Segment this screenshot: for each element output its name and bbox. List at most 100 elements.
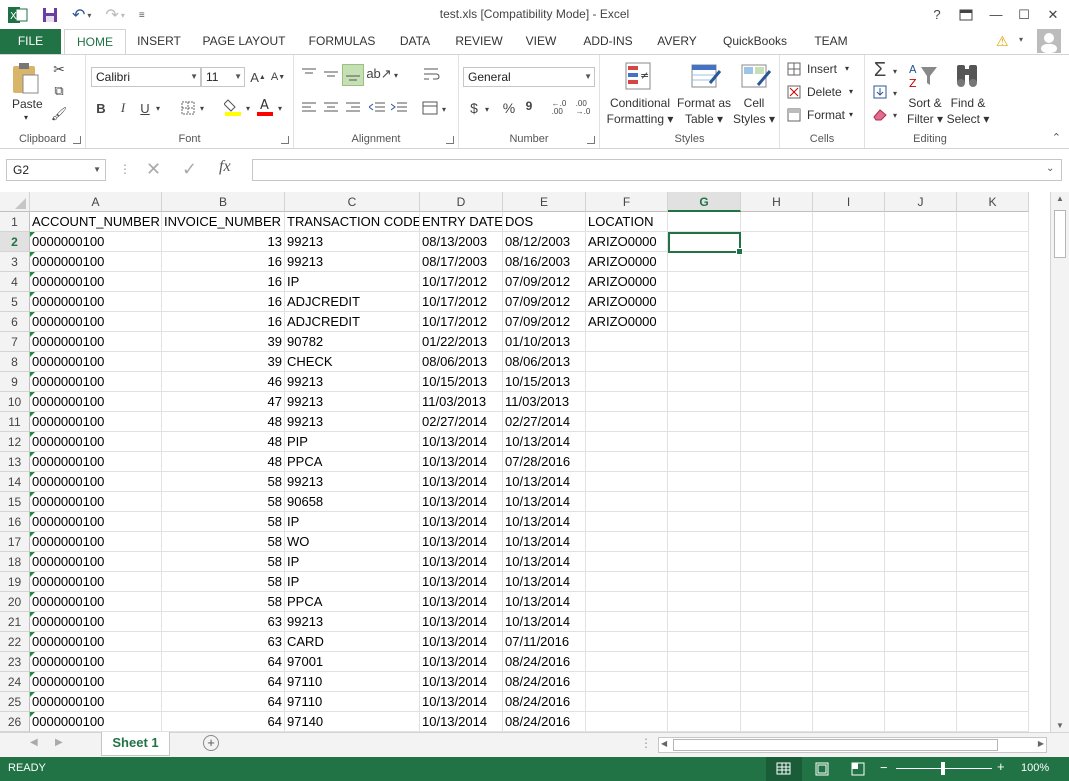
font-name-combo[interactable]: Calibri ▼ [91,67,201,87]
table-cell[interactable] [813,412,885,432]
table-cell[interactable]: 0000000100 [30,612,162,632]
table-cell[interactable] [957,312,1029,332]
header-cell[interactable]: INVOICE_NUMBER [162,212,285,232]
table-cell[interactable] [741,372,813,392]
table-cell[interactable] [668,532,741,552]
table-cell[interactable]: 10/13/2014 [420,632,503,652]
table-cell[interactable] [668,472,741,492]
table-cell[interactable]: 0000000100 [30,432,162,452]
table-cell[interactable]: 99213 [285,392,420,412]
find-select-button[interactable]: Find & Select ▾ [945,95,991,127]
selected-cell[interactable] [668,232,743,255]
table-cell[interactable]: 97140 [285,712,420,732]
minimize-button[interactable]: — [983,4,1009,26]
table-cell[interactable]: 10/17/2012 [420,312,503,332]
table-cell[interactable] [586,712,668,732]
row-header[interactable]: 25 [0,692,30,712]
column-header-c[interactable]: C [285,192,420,212]
decrease-decimal-icon[interactable]: .00 →.0 [573,99,593,117]
table-cell[interactable]: 0000000100 [30,692,162,712]
row-header[interactable]: 20 [0,592,30,612]
table-cell[interactable] [813,472,885,492]
horizontal-scroll-thumb[interactable] [673,739,998,751]
table-cell[interactable] [957,352,1029,372]
vertical-scroll-thumb[interactable] [1054,210,1066,258]
table-cell[interactable] [957,472,1029,492]
tab-team[interactable]: TEAM [810,29,852,54]
table-cell[interactable] [885,712,957,732]
find-select-icon[interactable] [953,61,983,91]
table-cell[interactable] [741,252,813,272]
table-cell[interactable]: 10/13/2014 [503,472,586,492]
table-cell[interactable]: 0000000100 [30,272,162,292]
table-cell[interactable] [957,612,1029,632]
table-cell[interactable]: 08/06/2013 [420,352,503,372]
table-cell[interactable]: 47 [162,392,285,412]
table-cell[interactable] [813,592,885,612]
table-cell[interactable]: 90782 [285,332,420,352]
percent-button[interactable]: % [501,99,517,117]
table-cell[interactable] [741,412,813,432]
table-cell[interactable] [957,372,1029,392]
currency-button[interactable]: $ [467,99,481,117]
row-header[interactable]: 3 [0,252,30,272]
borders-dropdown-icon[interactable]: ▾ [198,98,206,118]
table-cell[interactable] [957,252,1029,272]
currency-dropdown-icon[interactable]: ▾ [483,101,491,117]
header-cell[interactable] [885,212,957,232]
table-cell[interactable]: 08/24/2016 [503,672,586,692]
table-cell[interactable]: 08/24/2016 [503,692,586,712]
insert-button[interactable]: Insert [807,62,837,76]
table-cell[interactable]: 10/13/2014 [420,432,503,452]
table-cell[interactable] [957,672,1029,692]
table-cell[interactable] [586,332,668,352]
fill-color-dropdown-icon[interactable]: ▾ [244,98,252,118]
format-button[interactable]: Format [807,108,845,122]
table-cell[interactable]: 10/13/2014 [420,652,503,672]
align-left-icon[interactable] [300,99,318,117]
table-cell[interactable]: 07/09/2012 [503,272,586,292]
expand-formula-bar-icon[interactable]: ⌄ [1046,163,1054,174]
table-cell[interactable] [885,552,957,572]
table-cell[interactable]: IP [285,572,420,592]
table-cell[interactable]: 0000000100 [30,532,162,552]
bold-button[interactable]: B [94,98,108,118]
column-header-a[interactable]: A [30,192,162,212]
table-cell[interactable]: 0000000100 [30,472,162,492]
table-cell[interactable] [957,492,1029,512]
name-box[interactable]: G2 ▼ [6,159,106,181]
fill-dropdown-icon[interactable]: ▾ [891,85,899,101]
table-cell[interactable] [885,252,957,272]
table-cell[interactable]: ARIZO0000 [586,232,668,252]
table-cell[interactable]: 97110 [285,692,420,712]
copy-icon[interactable]: ⧉ [50,82,68,100]
table-cell[interactable] [813,692,885,712]
header-cell[interactable]: LOCATION [586,212,668,232]
table-cell[interactable]: 10/13/2014 [420,552,503,572]
table-cell[interactable]: 0000000100 [30,332,162,352]
column-header-h[interactable]: H [741,192,813,212]
table-cell[interactable] [668,672,741,692]
insert-function-icon[interactable]: fx [219,158,231,176]
row-header[interactable]: 10 [0,392,30,412]
header-cell[interactable]: DOS [503,212,586,232]
table-cell[interactable] [813,312,885,332]
table-cell[interactable] [741,312,813,332]
table-cell[interactable] [586,692,668,712]
table-cell[interactable] [586,472,668,492]
table-cell[interactable]: 0000000100 [30,312,162,332]
table-cell[interactable]: 39 [162,352,285,372]
insert-cells-icon[interactable] [786,61,802,77]
table-cell[interactable] [741,532,813,552]
delete-dropdown-icon[interactable]: ▾ [849,87,853,96]
table-cell[interactable] [668,312,741,332]
table-cell[interactable]: 10/13/2014 [503,492,586,512]
table-cell[interactable] [885,232,957,252]
row-header[interactable]: 14 [0,472,30,492]
account-dropdown-icon[interactable]: ▾ [1019,35,1023,44]
delete-button[interactable]: Delete [807,85,842,99]
table-cell[interactable]: 10/13/2014 [503,612,586,632]
sort-filter-button[interactable]: Sort & Filter ▾ [903,95,947,127]
table-cell[interactable]: 08/13/2003 [420,232,503,252]
table-cell[interactable]: 0000000100 [30,552,162,572]
